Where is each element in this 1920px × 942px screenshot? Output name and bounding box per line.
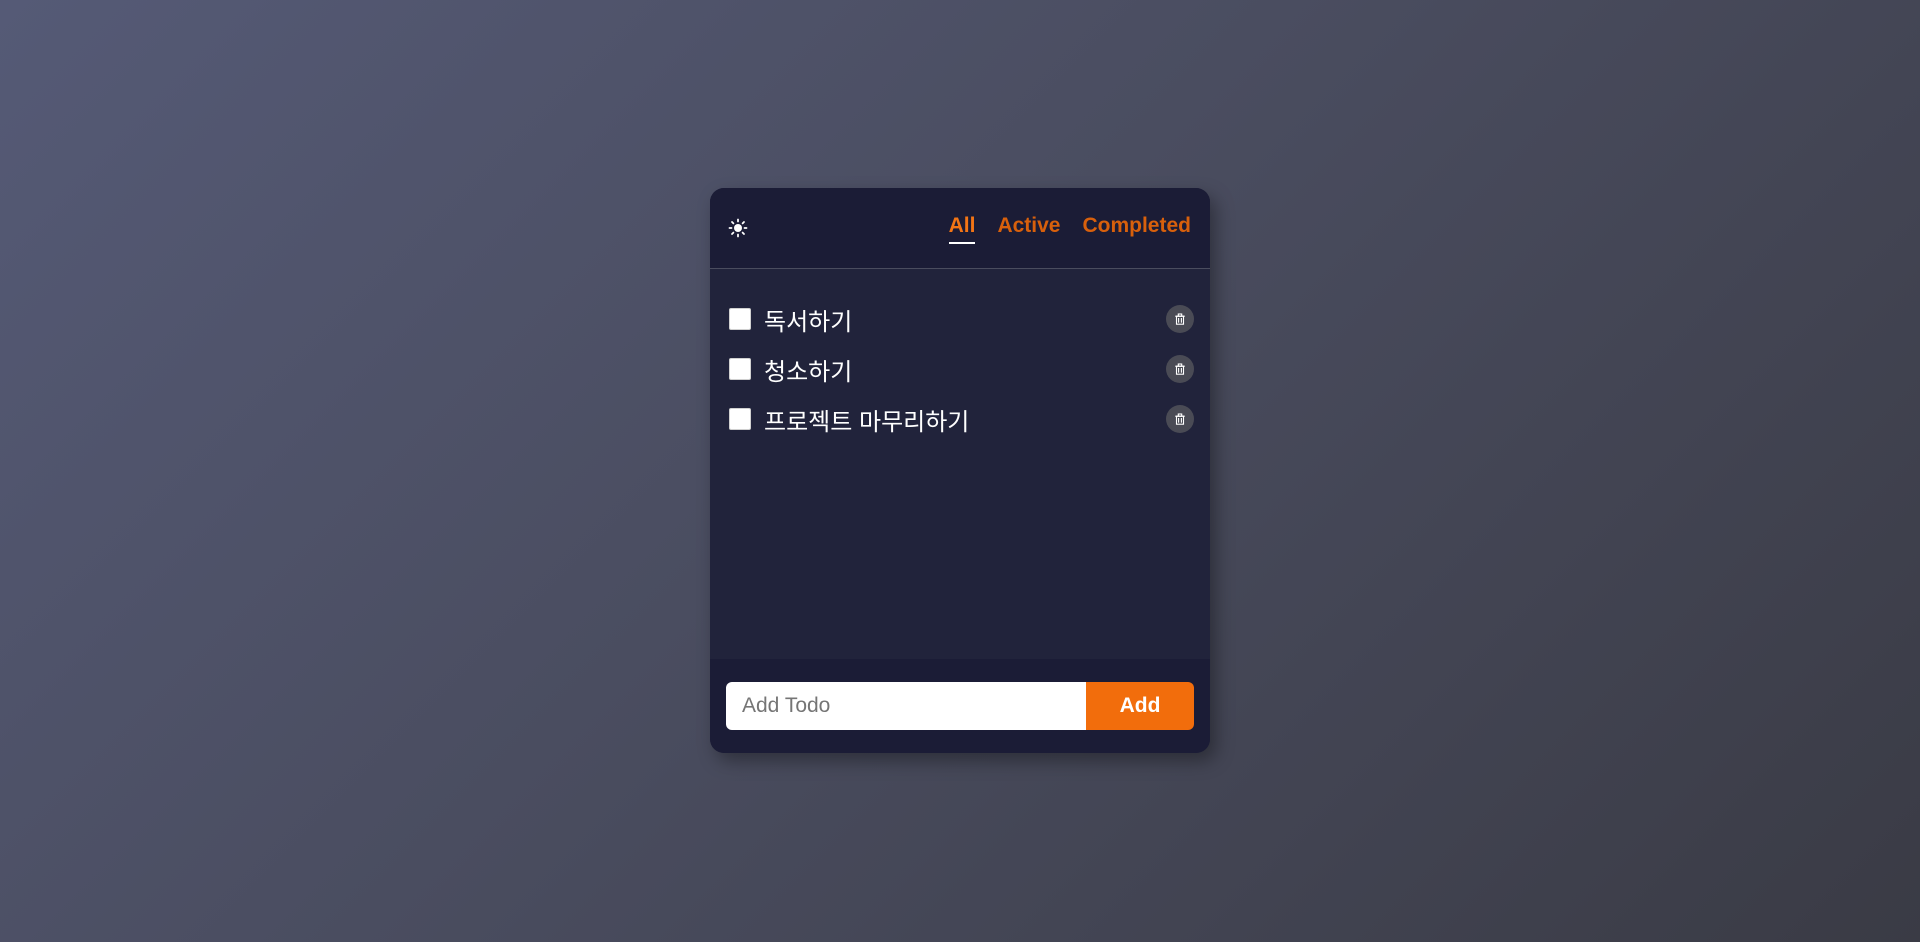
todo-text: 프로젝트 마무리하기 (764, 408, 970, 436)
filter-active[interactable]: Active (997, 214, 1060, 244)
todo-card: All Active Completed 독서하기 청소하기 프로젝트 마무리하… (710, 188, 1210, 753)
todo-checkbox[interactable] (729, 358, 751, 380)
todo-item: 청소하기 (729, 344, 1194, 394)
delete-button[interactable] (1166, 305, 1194, 333)
delete-button[interactable] (1166, 405, 1194, 433)
todo-item: 독서하기 (729, 294, 1194, 344)
todo-checkbox[interactable] (729, 408, 751, 430)
trash-icon (1175, 313, 1185, 325)
todo-header: All Active Completed (710, 188, 1210, 269)
theme-toggle-button[interactable] (726, 216, 750, 240)
trash-icon (1175, 363, 1185, 375)
add-todo-form: Add (710, 659, 1210, 753)
todo-text: 청소하기 (764, 358, 853, 386)
todo-checkbox[interactable] (729, 308, 751, 330)
filter-tabs: All Active Completed (948, 214, 1191, 244)
add-todo-input[interactable] (726, 682, 1086, 730)
filter-all[interactable]: All (948, 214, 975, 244)
filter-completed[interactable]: Completed (1082, 214, 1191, 244)
sun-icon (728, 218, 748, 238)
todo-item: 프로젝트 마무리하기 (729, 394, 1194, 444)
todo-list: 독서하기 청소하기 프로젝트 마무리하기 (710, 269, 1210, 666)
add-button[interactable]: Add (1086, 682, 1194, 730)
trash-icon (1175, 413, 1185, 425)
delete-button[interactable] (1166, 355, 1194, 383)
todo-text: 독서하기 (764, 308, 853, 336)
